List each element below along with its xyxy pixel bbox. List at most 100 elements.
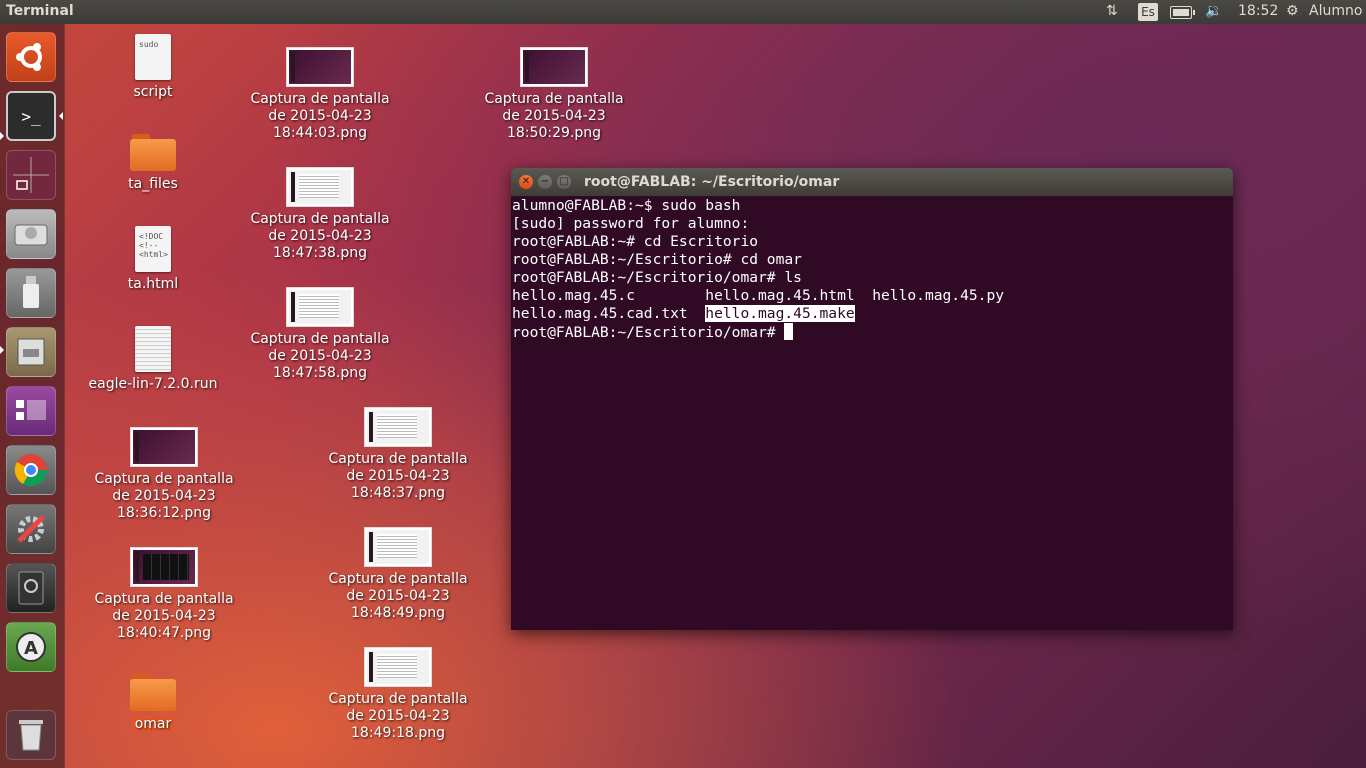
desktop-screenshot-184837[interactable]: Captura de pantalla de 2015-04-23 18:48:…	[318, 407, 478, 502]
file-label-line: Captura de pantalla	[94, 591, 234, 607]
chrome-icon[interactable]	[6, 445, 56, 495]
terminal-line: [sudo] password for alumno:	[512, 215, 750, 232]
image-thumbnail	[364, 527, 432, 567]
file-preview: <!DOC <!-- <html>	[139, 232, 168, 259]
desktop-folder-omar[interactable]: omar	[73, 672, 233, 733]
image-thumbnail	[286, 287, 354, 327]
file-label-line: de 2015-04-23	[346, 588, 450, 604]
image-thumbnail	[130, 547, 198, 587]
close-icon[interactable]: ✕	[519, 175, 533, 189]
desktop-file-eagle[interactable]: eagle-lin-7.2.0.run	[73, 326, 233, 393]
file-label-line: de 2015-04-23	[112, 488, 216, 504]
ls-output-row: hello.mag.45.c hello.mag.45.html hello.m…	[512, 287, 1005, 304]
image-thumbnail	[364, 647, 432, 687]
image-thumbnail	[286, 167, 354, 207]
terminal-window[interactable]: ✕ − □ root@FABLAB: ~/Escritorio/omar alu…	[511, 168, 1233, 630]
volume-icon[interactable]: 🔉	[1205, 3, 1222, 19]
desktop-screenshot-183612[interactable]: Captura de pantalla de 2015-04-23 18:36:…	[84, 427, 244, 522]
file-label-line: Captura de pantalla	[250, 91, 390, 107]
desktop-screenshot-184758[interactable]: Captura de pantalla de 2015-04-23 18:47:…	[240, 287, 400, 382]
terminal-line: root@FABLAB:~/Escritorio# cd omar	[512, 251, 802, 268]
battery-level	[1173, 9, 1189, 16]
running-indicator	[0, 346, 4, 354]
clock[interactable]: 18:52	[1238, 3, 1278, 19]
file-label-line: 18:47:58.png	[273, 365, 367, 381]
terminal-prompt-line[interactable]: root@FABLAB:~/Escritorio/omar#	[512, 323, 1232, 342]
image-thumbnail	[364, 407, 432, 447]
terminal-line: root@FABLAB:~/Escritorio/omar# ls	[512, 269, 802, 286]
workspace-icon[interactable]	[6, 386, 56, 436]
desktop-screenshot-184849[interactable]: Captura de pantalla de 2015-04-23 18:48:…	[318, 527, 478, 622]
keyboard-layout-indicator[interactable]: Es	[1138, 3, 1158, 21]
desktop-screenshot-184918[interactable]: Captura de pantalla de 2015-04-23 18:49:…	[318, 647, 478, 742]
folder-icon	[130, 132, 176, 172]
file-label-line: 18:49:18.png	[351, 725, 445, 741]
file-label-line: 18:40:47.png	[117, 625, 211, 641]
usb-drive-icon[interactable]	[6, 268, 56, 318]
file-label-line: 18:47:38.png	[273, 245, 367, 261]
software-updater-icon[interactable]: A	[6, 622, 56, 672]
file-label: eagle-lin-7.2.0.run	[88, 376, 218, 392]
file-label-line: Captura de pantalla	[328, 571, 468, 587]
file-label-line: de 2015-04-23	[346, 708, 450, 724]
file-label-line: 18:48:49.png	[351, 605, 445, 621]
desktop-screenshot-185029[interactable]: Captura de pantalla de 2015-04-23 18:50:…	[474, 47, 634, 142]
window-title: root@FABLAB: ~/Escritorio/omar	[584, 174, 840, 190]
disk-utility-icon[interactable]	[6, 563, 56, 613]
file-label-line: 18:50:29.png	[507, 125, 601, 141]
user-name[interactable]: Alumno	[1309, 3, 1362, 19]
image-thumbnail	[286, 47, 354, 87]
workspace-switcher-icon[interactable]	[6, 150, 56, 200]
file-label-line: Captura de pantalla	[484, 91, 624, 107]
file-label-line: de 2015-04-23	[268, 228, 372, 244]
file-label-line: Captura de pantalla	[94, 471, 234, 487]
desktop-screenshot-184738[interactable]: Captura de pantalla de 2015-04-23 18:47:…	[240, 167, 400, 262]
top-panel: Terminal ⇅ Es 🔉 18:52 ⚙ Alumno	[0, 0, 1366, 24]
file-label-line: de 2015-04-23	[346, 468, 450, 484]
network-icon[interactable]: ⇅	[1106, 3, 1118, 19]
ubuntu-logo-icon[interactable]	[6, 32, 56, 82]
ls-entry: hello.mag.45.cad.txt	[512, 305, 706, 322]
file-label-line: 18:44:03.png	[273, 125, 367, 141]
hard-disk-icon[interactable]	[6, 209, 56, 259]
file-label-line: de 2015-04-23	[502, 108, 606, 124]
settings-icon[interactable]	[6, 504, 56, 554]
folder-icon	[130, 672, 176, 712]
ls-entry-selected[interactable]: hello.mag.45.make	[705, 305, 855, 322]
text-cursor	[784, 323, 794, 340]
image-thumbnail	[520, 47, 588, 87]
desktop-file-script[interactable]: sudo script	[73, 34, 233, 101]
battery-icon[interactable]	[1170, 6, 1195, 19]
text-file-icon: sudo	[135, 34, 171, 80]
window-titlebar[interactable]: ✕ − □ root@FABLAB: ~/Escritorio/omar	[511, 168, 1233, 196]
launcher: >_ A	[0, 24, 65, 768]
file-cabinet-icon[interactable]	[6, 327, 56, 377]
file-label-line: Captura de pantalla	[328, 691, 468, 707]
file-label: omar	[131, 716, 175, 732]
desktop-folder-ta-files[interactable]: ta_files	[73, 132, 233, 193]
focused-indicator	[59, 112, 63, 120]
file-preview: sudo	[139, 40, 159, 49]
desktop-screenshot-184403[interactable]: Captura de pantalla de 2015-04-23 18:44:…	[240, 47, 400, 142]
terminal-prompt: root@FABLAB:~/Escritorio/omar#	[512, 324, 785, 341]
minimize-icon[interactable]: −	[538, 175, 552, 189]
file-label-line: Captura de pantalla	[328, 451, 468, 467]
executable-file-icon	[135, 326, 171, 372]
file-label: ta.html	[127, 276, 179, 292]
file-label-line: de 2015-04-23	[268, 348, 372, 364]
file-label-line: Captura de pantalla	[250, 331, 390, 347]
desktop-screenshot-184047[interactable]: Captura de pantalla de 2015-04-23 18:40:…	[84, 547, 244, 642]
file-label-line: de 2015-04-23	[268, 108, 372, 124]
running-indicator	[0, 132, 4, 140]
file-label-line: Captura de pantalla	[250, 211, 390, 227]
svg-text:A: A	[24, 638, 38, 659]
terminal-output[interactable]: alumno@FABLAB:~$ sudo bash [sudo] passwor…	[511, 196, 1233, 343]
maximize-icon[interactable]: □	[557, 175, 571, 189]
trash-icon[interactable]	[6, 710, 56, 760]
desktop-file-ta-html[interactable]: <!DOC <!-- <html> ta.html	[73, 226, 233, 293]
terminal-icon[interactable]: >_	[6, 91, 56, 141]
terminal-line: root@FABLAB:~# cd Escritorio	[512, 233, 759, 250]
html-file-icon: <!DOC <!-- <html>	[135, 226, 171, 272]
gear-icon[interactable]: ⚙	[1286, 3, 1299, 19]
file-label-line: de 2015-04-23	[112, 608, 216, 624]
